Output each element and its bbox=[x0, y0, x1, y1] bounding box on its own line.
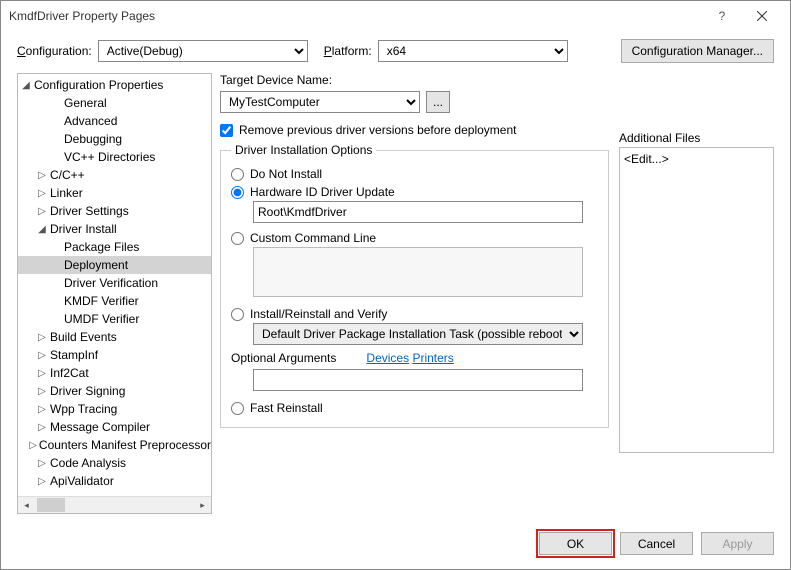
additional-files-edit[interactable]: <Edit...> bbox=[624, 152, 669, 166]
do-not-install-radio[interactable] bbox=[231, 168, 244, 181]
custom-command-radio[interactable] bbox=[231, 232, 244, 245]
tree-item[interactable]: ▷Build Events bbox=[18, 328, 211, 346]
tree-item[interactable]: ▷Linker bbox=[18, 184, 211, 202]
configuration-select[interactable]: Active(Debug) bbox=[98, 40, 308, 62]
property-tree: ◢Configuration PropertiesGeneralAdvanced… bbox=[17, 73, 212, 514]
tree-item[interactable]: Deployment bbox=[18, 256, 211, 274]
optional-args-input[interactable] bbox=[253, 369, 583, 391]
tree-item[interactable]: ▷StampInf bbox=[18, 346, 211, 364]
apply-button[interactable]: Apply bbox=[701, 532, 774, 555]
tree-item[interactable]: Debugging bbox=[18, 130, 211, 148]
scroll-right-icon[interactable]: ▸ bbox=[194, 497, 211, 514]
install-verify-label: Install/Reinstall and Verify bbox=[250, 307, 387, 321]
tree-item[interactable]: ▷Wpp Tracing bbox=[18, 400, 211, 418]
cancel-button[interactable]: Cancel bbox=[620, 532, 693, 555]
close-button[interactable] bbox=[742, 2, 782, 30]
tree-item[interactable]: ▷Driver Signing bbox=[18, 382, 211, 400]
target-device-select[interactable]: MyTestComputer bbox=[220, 91, 420, 113]
tree-item[interactable]: ▷ApiValidator bbox=[18, 472, 211, 490]
tree-item[interactable]: Package Files bbox=[18, 238, 211, 256]
additional-files-list[interactable]: <Edit...> bbox=[619, 147, 774, 453]
tree-root[interactable]: ◢Configuration Properties bbox=[18, 76, 211, 94]
tree-item[interactable]: ◢Driver Install bbox=[18, 220, 211, 238]
window-title: KmdfDriver Property Pages bbox=[9, 9, 702, 23]
install-options-group: Driver Installation Options Do Not Insta… bbox=[220, 143, 609, 428]
hardware-id-input[interactable] bbox=[253, 201, 583, 223]
ok-button[interactable]: OK bbox=[539, 532, 612, 555]
scroll-left-icon[interactable]: ◂ bbox=[18, 497, 35, 514]
scroll-thumb[interactable] bbox=[37, 498, 65, 512]
dialog-footer: OK Cancel Apply bbox=[1, 522, 790, 569]
devices-link[interactable]: Devices bbox=[366, 351, 409, 365]
custom-command-label: Custom Command Line bbox=[250, 231, 376, 245]
platform-select[interactable]: x64 bbox=[378, 40, 568, 62]
tree-item[interactable]: ▷Message Compiler bbox=[18, 418, 211, 436]
tree-item[interactable]: Driver Verification bbox=[18, 274, 211, 292]
optional-args-label: Optional Arguments bbox=[231, 351, 336, 365]
tree-item[interactable]: ▷Driver Settings bbox=[18, 202, 211, 220]
hardware-id-radio[interactable] bbox=[231, 186, 244, 199]
install-options-legend: Driver Installation Options bbox=[231, 143, 376, 157]
remove-previous-label: Remove previous driver versions before d… bbox=[239, 123, 516, 137]
tree-item[interactable]: ▷Counters Manifest Preprocessor bbox=[18, 436, 211, 454]
configuration-label: Configuration: bbox=[17, 44, 92, 58]
custom-command-input[interactable] bbox=[253, 247, 583, 297]
platform-label: Platform: bbox=[324, 44, 372, 58]
titlebar: KmdfDriver Property Pages ? bbox=[1, 1, 790, 31]
configuration-manager-button[interactable]: Configuration Manager... bbox=[621, 39, 774, 63]
additional-files-label: Additional Files bbox=[619, 131, 774, 145]
target-device-label: Target Device Name: bbox=[220, 73, 609, 87]
tree-item[interactable]: ▷Inf2Cat bbox=[18, 364, 211, 382]
tree-item[interactable]: VC++ Directories bbox=[18, 148, 211, 166]
tree-item[interactable]: UMDF Verifier bbox=[18, 310, 211, 328]
fast-reinstall-label: Fast Reinstall bbox=[250, 401, 323, 415]
printers-link[interactable]: Printers bbox=[412, 351, 453, 365]
tree-hscrollbar[interactable]: ◂ ▸ bbox=[18, 496, 211, 513]
tree-item[interactable]: ▷Code Analysis bbox=[18, 454, 211, 472]
tree-item[interactable]: ▷C/C++ bbox=[18, 166, 211, 184]
remove-previous-checkbox[interactable] bbox=[220, 124, 233, 137]
install-task-select[interactable]: Default Driver Package Installation Task… bbox=[253, 323, 583, 345]
fast-reinstall-radio[interactable] bbox=[231, 402, 244, 415]
install-verify-radio[interactable] bbox=[231, 308, 244, 321]
hardware-id-label: Hardware ID Driver Update bbox=[250, 185, 395, 199]
dialog-window: KmdfDriver Property Pages ? Configuratio… bbox=[0, 0, 791, 570]
do-not-install-label: Do Not Install bbox=[250, 167, 322, 181]
tree-item[interactable]: General bbox=[18, 94, 211, 112]
tree-item[interactable]: KMDF Verifier bbox=[18, 292, 211, 310]
config-bar: Configuration: Active(Debug) Platform: x… bbox=[1, 31, 790, 73]
tree-item[interactable]: Advanced bbox=[18, 112, 211, 130]
help-button[interactable]: ? bbox=[702, 2, 742, 30]
browse-device-button[interactable]: ... bbox=[426, 91, 450, 113]
close-icon bbox=[757, 11, 767, 21]
